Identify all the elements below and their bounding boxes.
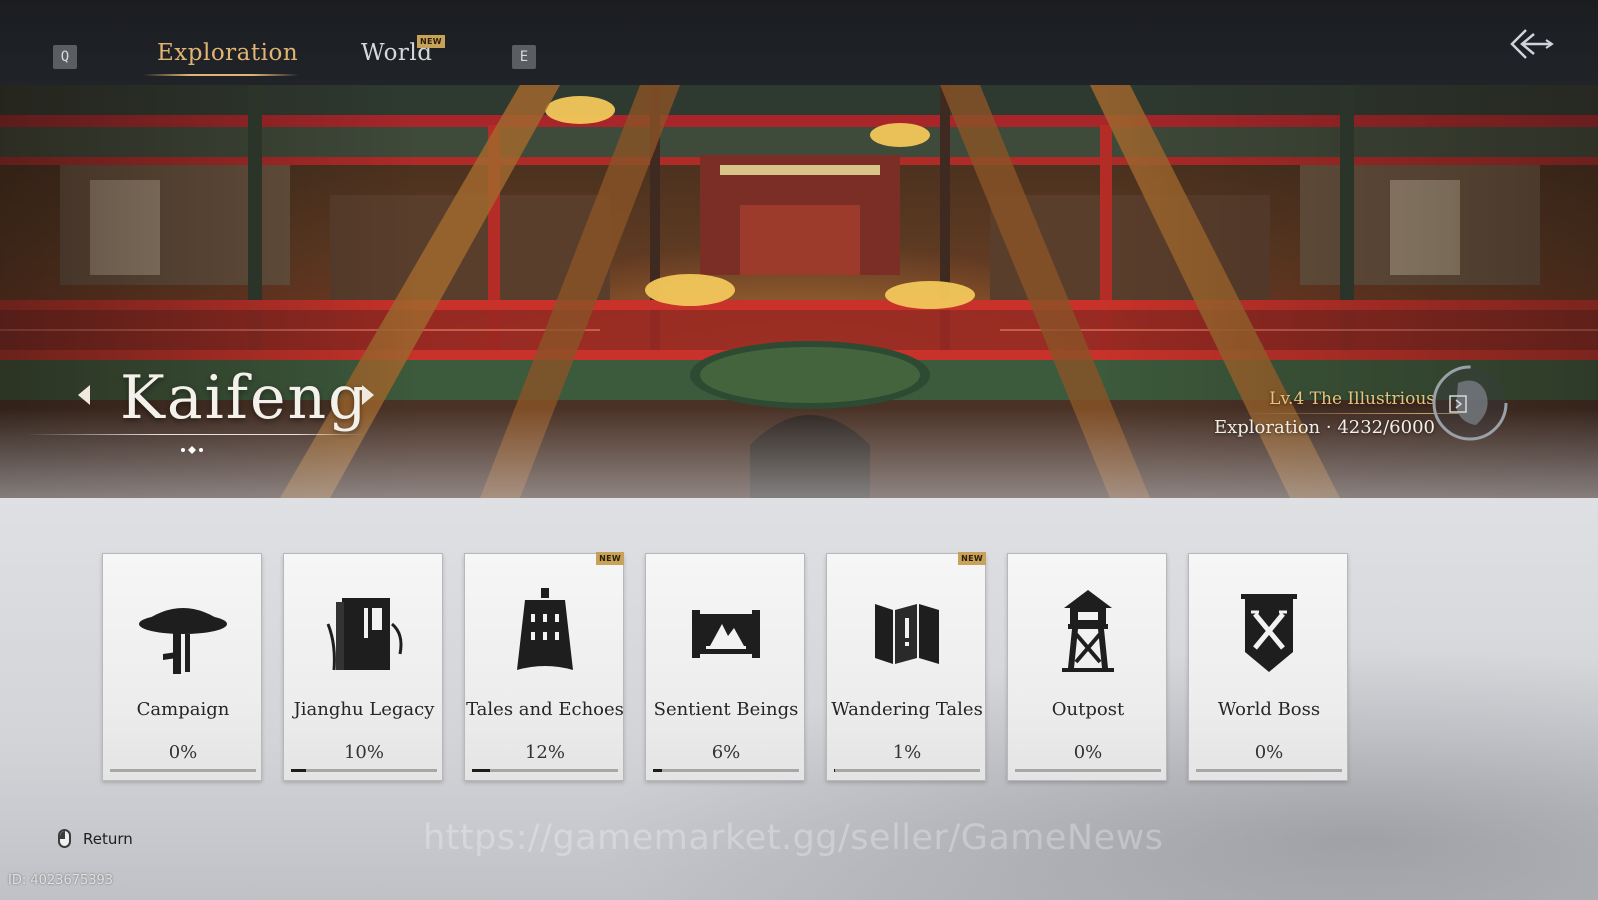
city-page-indicator xyxy=(181,446,203,454)
next-city-arrow[interactable] xyxy=(362,385,374,405)
category-progress-bar xyxy=(291,769,437,772)
category-card-jianghu-legacy[interactable]: Jianghu Legacy 10% xyxy=(283,553,443,781)
book-icon xyxy=(326,598,403,671)
category-title: Campaign xyxy=(136,699,230,720)
prev-tab-key-hint[interactable]: Q xyxy=(53,45,77,69)
category-progress-fill xyxy=(291,769,306,772)
double-chevron-left-icon xyxy=(1510,29,1554,59)
city-name-underline xyxy=(25,434,365,435)
category-percent: 6% xyxy=(711,742,741,763)
category-percent: 0% xyxy=(1073,742,1103,763)
scroll-painting-icon xyxy=(692,610,760,658)
prev-city-arrow[interactable] xyxy=(78,385,90,405)
tab-exploration[interactable]: Exploration xyxy=(157,40,298,66)
folding-screen-icon xyxy=(875,604,939,664)
category-progress-fill xyxy=(472,769,490,772)
watermark-text: https://gamemarket.gg/seller/GameNews xyxy=(423,818,1164,858)
exploration-progress-text: Exploration · 4232/6000 xyxy=(1213,417,1435,438)
bell-icon xyxy=(517,588,573,670)
category-percent: 0% xyxy=(1254,742,1284,763)
category-card-tales-and-echoes[interactable]: Tales and Echoes 12% NEW xyxy=(464,552,624,781)
mouse-right-click-icon xyxy=(58,829,71,848)
new-badge: NEW xyxy=(958,552,986,565)
category-card-sentient-beings[interactable]: Sentient Beings 6% xyxy=(645,553,805,781)
category-progress-bar xyxy=(110,769,256,772)
category-progress-bar xyxy=(1015,769,1161,772)
category-title: Outpost xyxy=(1051,699,1125,720)
category-percent: 10% xyxy=(343,742,384,763)
category-card-outpost[interactable]: Outpost 0% xyxy=(1007,553,1167,781)
level-underline xyxy=(1240,413,1460,414)
category-card-campaign[interactable]: Campaign 0% xyxy=(102,553,262,781)
region-emblem-icon[interactable] xyxy=(1430,353,1510,453)
crossed-swords-banner-icon xyxy=(1241,594,1297,672)
city-banner: Kaifeng Lv.4 The Illustrious Exploration… xyxy=(0,85,1598,498)
category-percent: 12% xyxy=(524,742,565,763)
category-progress-fill xyxy=(834,769,836,772)
back-button[interactable] xyxy=(1508,26,1556,66)
category-percent: 0% xyxy=(168,742,198,763)
watchtower-icon xyxy=(1062,590,1114,672)
reputation-level: Lv.4 The Illustrious xyxy=(1269,389,1435,409)
category-progress-bar xyxy=(653,769,799,772)
category-title: World Boss xyxy=(1217,699,1321,720)
top-bar: Q Exploration World NEW E xyxy=(0,0,1598,85)
category-card-world-boss[interactable]: World Boss 0% xyxy=(1188,553,1348,781)
category-title: Tales and Echoes xyxy=(466,699,624,720)
next-tab-key-hint[interactable]: E xyxy=(512,45,536,69)
category-progress-bar xyxy=(834,769,980,772)
category-title: Wandering Tales xyxy=(831,699,983,720)
return-button[interactable]: Return xyxy=(58,829,133,848)
world-new-badge: NEW xyxy=(417,35,445,48)
return-label: Return xyxy=(83,829,133,848)
category-progress-bar xyxy=(472,769,618,772)
category-percent: 1% xyxy=(892,742,922,763)
category-title: Sentient Beings xyxy=(653,699,799,720)
active-tab-underline xyxy=(143,74,299,76)
new-badge: NEW xyxy=(596,552,624,565)
category-title: Jianghu Legacy xyxy=(293,699,435,720)
category-progress-bar xyxy=(1196,769,1342,772)
category-progress-fill xyxy=(653,769,662,772)
straw-hat-icon xyxy=(139,608,227,674)
category-card-wandering-tales[interactable]: Wandering Tales 1% NEW xyxy=(826,552,986,781)
city-name: Kaifeng xyxy=(120,363,369,433)
player-id: ID: 4023675393 xyxy=(8,873,114,888)
